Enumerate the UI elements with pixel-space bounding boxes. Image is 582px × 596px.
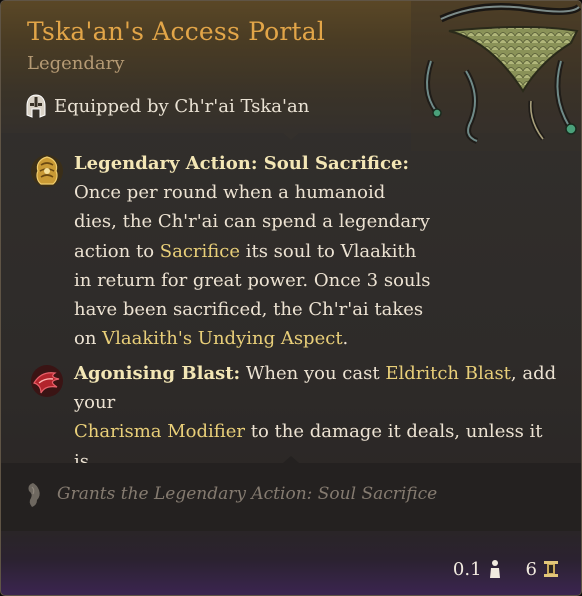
gold-value: 6	[525, 558, 537, 580]
description-text: .	[342, 328, 349, 350]
description-line: Once per round when a humanoid	[74, 178, 559, 207]
passives-section: Legendary Action: Soul Sacrifice: Once p…	[1, 141, 581, 501]
grant-text: Grants the Legendary Action: Soul Sacrif…	[57, 484, 438, 504]
circlet-item-icon	[411, 1, 581, 151]
description-text: Once per round when a humanoid	[74, 182, 386, 204]
description-text: action to	[74, 240, 160, 262]
description-text: When you cast	[240, 363, 386, 384]
header-divider-notch	[283, 133, 299, 140]
soul-sacrifice-icon	[31, 155, 63, 187]
passive-agonising-blast: Agonising Blast: When you cast Eldritch …	[29, 359, 559, 501]
description-line: action to Sacrifice its soul to Vlaakith	[74, 237, 559, 266]
keyword-link[interactable]: Charisma Modifier	[74, 421, 245, 442]
footer-divider-notch	[283, 456, 299, 463]
helmet-icon	[26, 94, 46, 118]
keyword-link[interactable]: Sacrifice	[160, 241, 240, 262]
passive-name: Agonising Blast:	[74, 363, 241, 384]
item-stats: 0.1 6	[453, 557, 559, 581]
keyword-link[interactable]: Eldritch Blast	[385, 363, 511, 384]
item-tooltip: Tska'an's Access Portal Legendary Equipp…	[0, 0, 582, 596]
description-line: Agonising Blast: When you cast Eldritch …	[74, 359, 559, 417]
description-line: in return for great power. Once 3 souls	[74, 266, 559, 295]
item-rarity: Legendary	[27, 53, 125, 74]
gold-icon	[544, 561, 558, 577]
description-line: on Vlaakith's Undying Aspect.	[74, 324, 559, 353]
description-line: dies, the Ch'r'ai can spend a legendary	[74, 207, 559, 236]
grants-footer: Grants the Legendary Action: Soul Sacrif…	[1, 463, 581, 531]
agonising-blast-icon	[31, 365, 63, 397]
keyword-link[interactable]: Vlaakith's Undying Aspect	[102, 328, 342, 349]
sacrifice-action-icon	[28, 483, 40, 507]
equipped-by-row: Equipped by Ch'r'ai Tska'an	[25, 93, 309, 119]
equipped-by-text: Equipped by Ch'r'ai Tska'an	[54, 95, 310, 117]
tooltip-header: Tska'an's Access Portal Legendary Equipp…	[1, 1, 581, 151]
passive-name: Legendary Action: Soul Sacrifice:	[74, 153, 410, 174]
item-title: Tska'an's Access Portal	[27, 17, 326, 46]
weight-value: 0.1	[452, 558, 482, 580]
description-text: on	[74, 328, 103, 350]
description-text: in return for great power. Once 3 souls	[74, 269, 431, 291]
passive-soul-sacrifice-text: Legendary Action: Soul Sacrifice: Once p…	[74, 149, 559, 353]
weight-icon	[489, 560, 500, 578]
description-text: have been sacrificed, the Ch'r'ai takes	[74, 299, 424, 321]
description-line: have been sacrificed, the Ch'r'ai takes	[74, 295, 559, 324]
passive-soul-sacrifice: Legendary Action: Soul Sacrifice: Once p…	[29, 149, 559, 349]
description-text: dies, the Ch'r'ai can spend a legendary	[74, 211, 430, 233]
passive-description: Once per round when a humanoid dies, the …	[74, 178, 559, 353]
description-text: its soul to Vlaakith	[240, 240, 417, 262]
